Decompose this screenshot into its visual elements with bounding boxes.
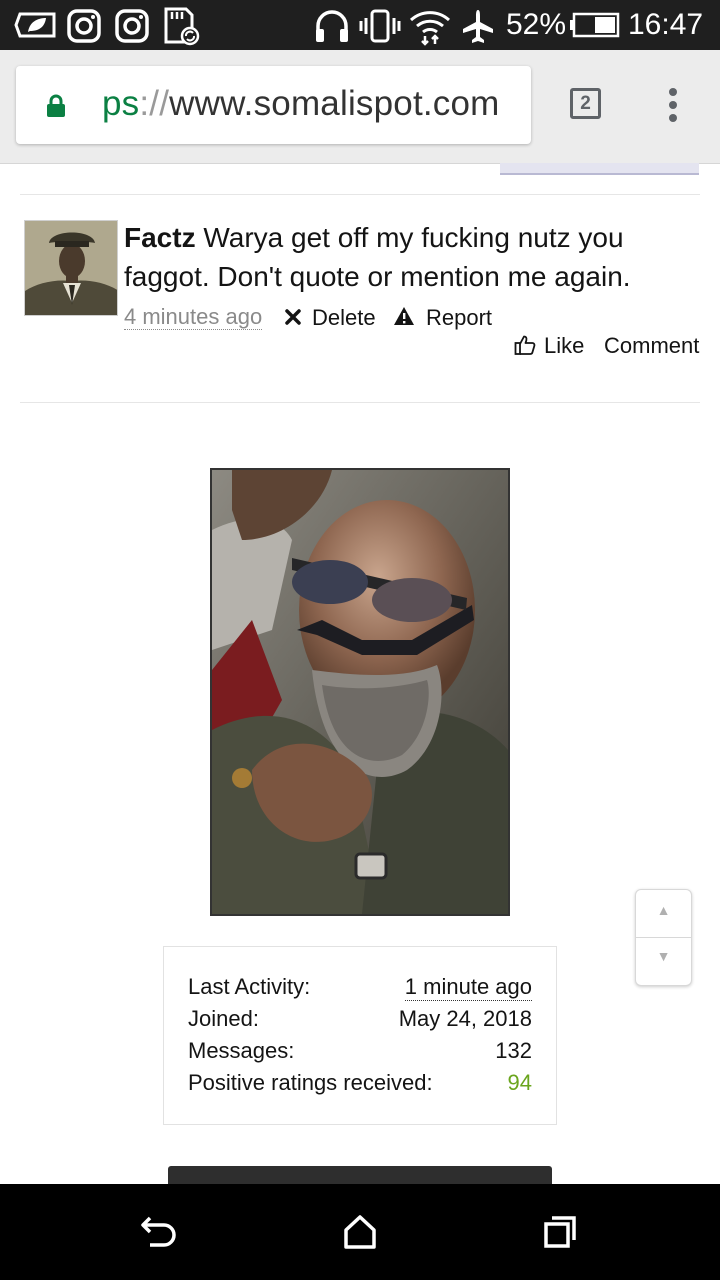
divider xyxy=(636,937,691,938)
recent-apps-icon[interactable] xyxy=(542,1214,578,1250)
stat-last-activity: Last Activity: 1 minute ago xyxy=(188,974,532,1001)
delete-button[interactable]: Delete xyxy=(312,305,376,331)
scroll-control: ▲ ▼ xyxy=(635,889,692,986)
airplane-mode-icon xyxy=(463,10,493,43)
sd-card-sync-icon xyxy=(164,7,200,46)
divider xyxy=(20,402,700,403)
battery-icon xyxy=(570,12,620,38)
stat-value[interactable]: 132 xyxy=(495,1038,532,1064)
close-icon[interactable] xyxy=(284,308,302,326)
address-bar[interactable]: ps://www.somalispot.com xyxy=(16,66,531,144)
instagram-icon xyxy=(67,9,101,43)
comment-button[interactable]: Comment xyxy=(604,333,699,359)
post-body: Warya get off my fucking nutz you faggot… xyxy=(124,222,631,292)
home-icon[interactable] xyxy=(342,1214,378,1250)
leaf-icon xyxy=(14,12,56,38)
url-scheme: ps xyxy=(102,84,140,123)
report-button[interactable]: Report xyxy=(426,305,492,331)
instagram-icon xyxy=(115,9,149,43)
avatar[interactable] xyxy=(24,220,118,316)
divider xyxy=(20,194,700,195)
status-bar: 52% 16:47 xyxy=(0,0,720,50)
thumbs-up-icon[interactable] xyxy=(514,334,536,356)
stat-label: Joined: xyxy=(188,1006,259,1031)
url-separator: :// xyxy=(139,84,170,123)
stat-label: Positive ratings received: xyxy=(188,1070,433,1095)
profile-photo-image xyxy=(212,470,508,914)
stat-value[interactable]: 1 minute ago xyxy=(404,974,532,1001)
like-button[interactable]: Like xyxy=(544,333,584,359)
back-icon[interactable] xyxy=(140,1214,180,1250)
browser-toolbar: ps://www.somalispot.com 2 xyxy=(0,50,720,164)
navigation-bar xyxy=(0,1184,720,1280)
tabs-icon[interactable]: 2 xyxy=(570,88,601,119)
post-message: Factz Warya get off my fucking nutz you … xyxy=(124,218,704,296)
stat-joined: Joined: May 24, 2018 xyxy=(188,1006,532,1032)
stat-ratings: Positive ratings received: 94 xyxy=(188,1070,532,1096)
avatar-image xyxy=(25,221,117,315)
tab-count: 2 xyxy=(580,93,591,114)
headphones-icon xyxy=(316,10,348,42)
wifi-icon xyxy=(409,11,451,46)
stat-value: 94 xyxy=(507,1070,532,1095)
profile-photo[interactable] xyxy=(210,468,510,916)
clock: 16:47 xyxy=(628,8,704,41)
url-text[interactable]: ps://www.somalispot.com xyxy=(102,84,500,124)
scroll-down-button[interactable]: ▼ xyxy=(636,948,691,964)
stat-label: Last Activity: xyxy=(188,974,311,999)
post-timestamp[interactable]: 4 minutes ago xyxy=(124,305,263,330)
stat-messages: Messages: 132 xyxy=(188,1038,532,1064)
post-author[interactable]: Factz xyxy=(124,222,196,253)
scroll-up-button[interactable]: ▲ xyxy=(636,902,691,918)
battery-percent: 52% xyxy=(506,8,567,41)
stat-label: Messages: xyxy=(188,1038,295,1063)
more-vert-icon[interactable] xyxy=(662,88,684,124)
warning-icon[interactable] xyxy=(393,306,415,326)
previous-post-edge xyxy=(500,163,699,175)
lock-icon xyxy=(47,94,65,117)
vibrate-icon xyxy=(359,9,401,43)
profile-stats: Last Activity: 1 minute ago Joined: May … xyxy=(163,946,557,1125)
stat-value: May 24, 2018 xyxy=(398,1006,532,1031)
url-host: www.somalispot.com xyxy=(169,84,500,123)
profile-action-button[interactable] xyxy=(168,1166,552,1184)
